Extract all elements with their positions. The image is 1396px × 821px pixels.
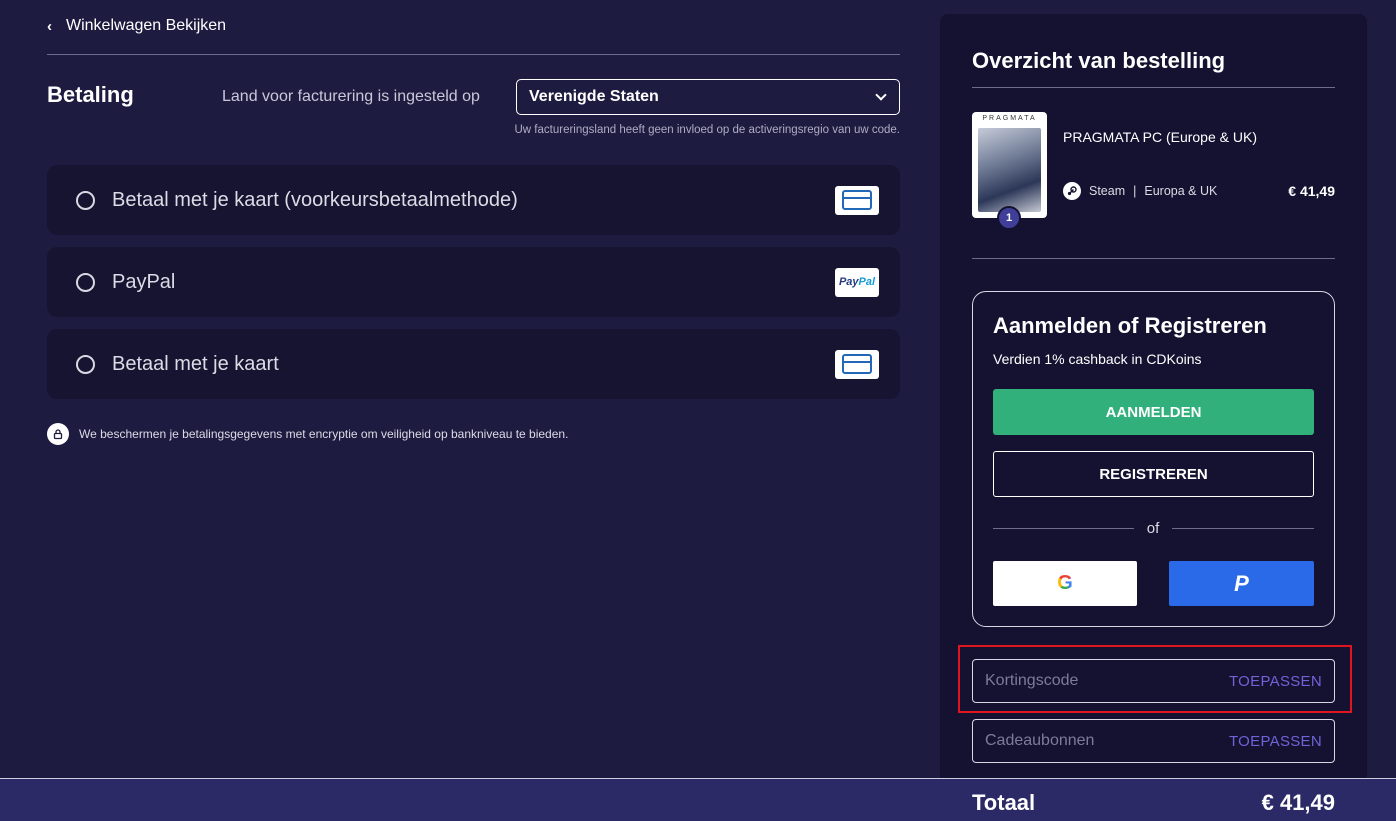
radio-button[interactable] (76, 190, 95, 210)
google-icon: G (1057, 572, 1073, 594)
cashback-subtitle: Verdien 1% cashback in CDKoins (993, 351, 1202, 367)
divider (993, 528, 1134, 529)
chevron-left-icon: ‹ (47, 17, 52, 35)
payment-method-label: Betaal met je kaart (112, 352, 279, 375)
product-name: PRAGMATA PC (Europe & UK) (1063, 129, 1257, 145)
or-separator: of (1146, 520, 1160, 537)
total-label: Totaal (972, 790, 1036, 815)
back-to-cart-link[interactable]: ‹ Winkelwagen Bekijken (47, 14, 226, 38)
total-value: € 41,49 (1261, 790, 1335, 815)
credit-card-icon (835, 185, 879, 215)
steam-icon (1063, 182, 1081, 200)
radio-button[interactable] (76, 272, 95, 292)
total-bar (0, 778, 1396, 821)
billing-country-note: Uw factureringsland heeft geen invloed o… (514, 124, 901, 136)
payment-method-card[interactable]: Betaal met je kaart (47, 329, 900, 399)
product-thumbnail-title: PRAGMATA (982, 115, 1037, 122)
billing-country-select[interactable]: Verenigde Staten (516, 79, 900, 115)
paypal-icon: P (1234, 570, 1249, 596)
payment-title: Betaling (47, 82, 134, 107)
payment-method-card-preferred[interactable]: Betaal met je kaart (voorkeursbetaalmeth… (47, 165, 900, 235)
back-to-cart-label: Winkelwagen Bekijken (66, 17, 227, 34)
product-thumbnail[interactable]: PRAGMATA (972, 112, 1047, 218)
payment-method-label: Betaal met je kaart (voorkeursbetaalmeth… (112, 188, 518, 211)
login-button[interactable]: AANMELDEN (993, 389, 1314, 435)
product-meta-separator: | (1133, 184, 1137, 198)
credit-card-icon (835, 349, 879, 379)
highlight-box (958, 645, 1352, 713)
payment-method-paypal[interactable]: PayPal PayPal (47, 247, 900, 317)
divider (972, 87, 1335, 88)
security-note: We beschermen je betalingsgegevens met e… (47, 423, 568, 445)
google-login-button[interactable]: G (993, 561, 1137, 606)
billing-country-value: Verenigde Staten (529, 88, 659, 105)
register-button[interactable]: REGISTREREN (993, 451, 1314, 497)
product-region: Europa & UK (1144, 184, 1218, 198)
order-summary-title: Overzicht van bestelling (972, 48, 1226, 73)
paypal-logo-icon: PayPal (835, 267, 879, 297)
gift-card-field[interactable]: TOEPASSEN (972, 719, 1335, 763)
quantity-badge: 1 (997, 206, 1021, 230)
product-platform: Steam (1089, 184, 1126, 198)
gift-card-apply-button[interactable]: TOEPASSEN (1229, 733, 1322, 750)
product-price: € 41,49 (1288, 183, 1335, 199)
divider (47, 54, 900, 55)
radio-button[interactable] (76, 354, 95, 374)
payment-method-label: PayPal (112, 270, 176, 293)
divider (972, 258, 1335, 259)
security-note-text: We beschermen je betalingsgegevens met e… (79, 427, 569, 441)
divider (1172, 528, 1314, 529)
product-meta: Steam | Europa & UK (1063, 182, 1217, 200)
gift-card-input[interactable] (985, 732, 1205, 750)
billing-country-label: Land voor facturering is ingesteld op (222, 88, 480, 105)
paypal-login-button[interactable]: P (1169, 561, 1314, 606)
login-register-title: Aanmelden of Registreren (993, 313, 1267, 338)
shield-lock-icon (47, 423, 69, 445)
chevron-down-icon (875, 89, 887, 101)
